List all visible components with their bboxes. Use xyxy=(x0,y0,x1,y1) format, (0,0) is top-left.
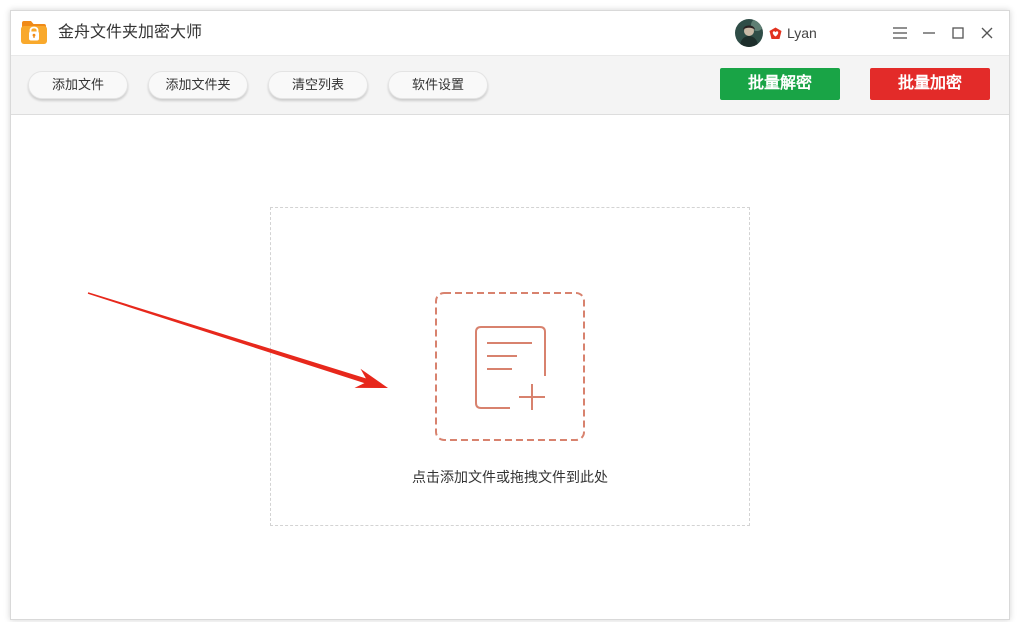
clear-list-button[interactable]: 清空列表 xyxy=(268,71,368,99)
maximize-icon xyxy=(952,27,964,39)
app-window: 金舟文件夹加密大师 Lyan 添加文件 添加文件夹 清空列表 软件设置 批量解密… xyxy=(10,10,1010,620)
settings-button[interactable]: 软件设置 xyxy=(388,71,488,99)
drop-zone-hint: 点击添加文件或拖拽文件到此处 xyxy=(412,469,608,485)
add-folder-button[interactable]: 添加文件夹 xyxy=(148,71,248,99)
batch-decrypt-button[interactable]: 批量解密 xyxy=(720,68,840,100)
maximize-button[interactable] xyxy=(944,19,972,47)
file-drop-zone[interactable]: 点击添加文件或拖拽文件到此处 xyxy=(270,207,750,526)
add-file-button[interactable]: 添加文件 xyxy=(28,71,128,99)
app-title: 金舟文件夹加密大师 xyxy=(58,24,203,41)
menu-icon xyxy=(893,27,907,39)
main-area: 点击添加文件或拖拽文件到此处 xyxy=(11,115,1009,619)
batch-encrypt-button[interactable]: 批量加密 xyxy=(870,68,990,100)
add-file-area[interactable] xyxy=(435,292,585,441)
close-icon xyxy=(981,27,993,39)
title-bar: 金舟文件夹加密大师 Lyan xyxy=(11,11,1009,55)
username-label[interactable]: Lyan xyxy=(787,11,817,55)
add-file-icon xyxy=(435,292,585,441)
toolbar: 添加文件 添加文件夹 清空列表 软件设置 批量解密 批量加密 xyxy=(11,55,1009,115)
minimize-button[interactable] xyxy=(915,19,943,47)
minimize-icon xyxy=(923,27,935,39)
user-avatar[interactable] xyxy=(735,19,763,47)
menu-button[interactable] xyxy=(886,19,914,47)
close-button[interactable] xyxy=(973,19,1001,47)
vip-badge-icon[interactable] xyxy=(769,27,782,40)
folder-lock-icon xyxy=(20,18,48,46)
